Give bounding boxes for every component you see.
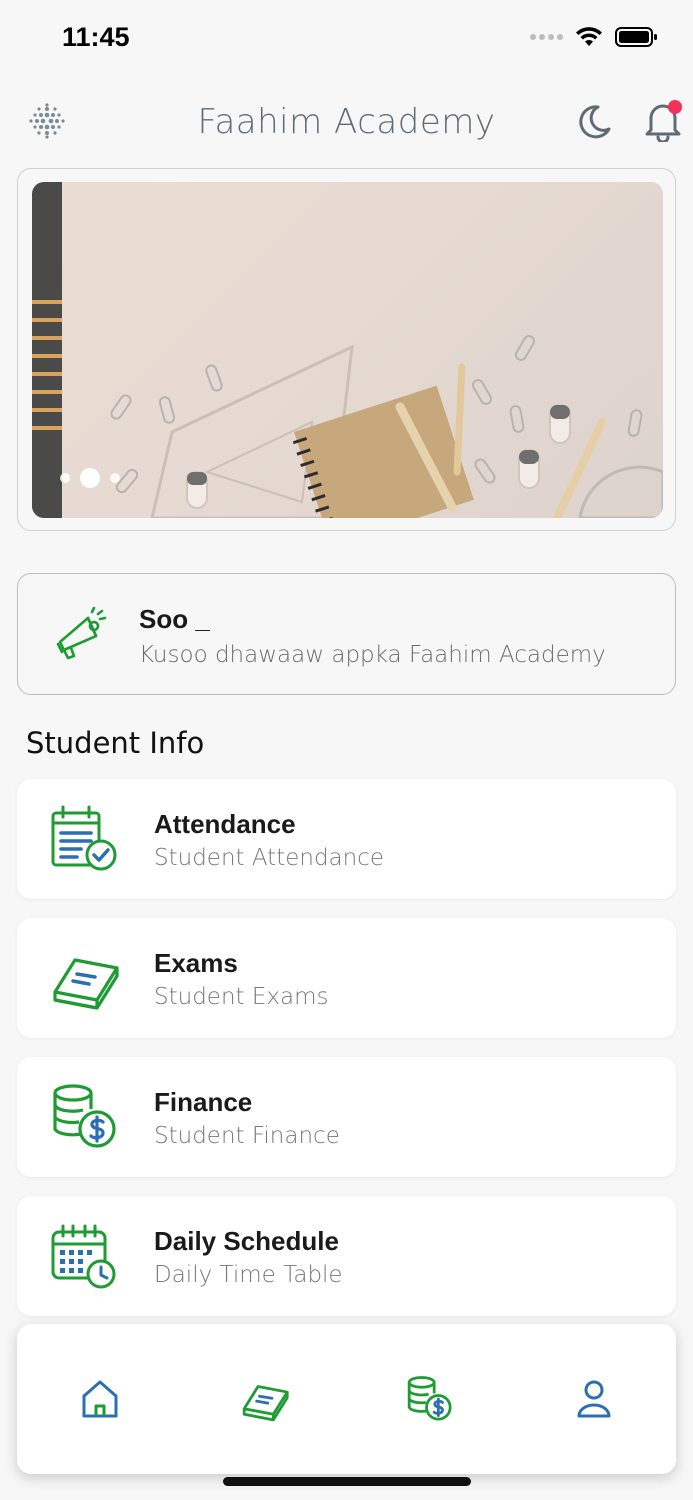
announcement-subtitle: Kusoo dhawaaw appka Faahim Academy [139, 642, 606, 668]
wifi-icon [576, 27, 602, 46]
carousel-indicators[interactable] [60, 468, 120, 488]
section-title: Student Info [26, 726, 205, 760]
app-header: Faahim Academy [0, 88, 693, 154]
dark-mode-toggle[interactable] [574, 102, 614, 142]
status-time: 11:45 [62, 22, 130, 52]
announcement-card[interactable]: Soo _ Kusoo dhawaaw appka Faahim Academy [17, 573, 676, 695]
book-icon [242, 1385, 289, 1422]
coins-dollar-icon [407, 1376, 452, 1421]
daily-schedule-subtitle: Daily Time Table [154, 1262, 343, 1288]
nav-finance[interactable] [405, 1374, 455, 1424]
moon-icon [579, 105, 611, 139]
notifications-button[interactable] [642, 98, 684, 144]
exams-card[interactable]: Exams Student Exams [17, 918, 676, 1038]
attendance-subtitle: Student Attendance [154, 845, 385, 871]
notification-badge [668, 100, 682, 114]
nav-home[interactable] [75, 1374, 125, 1424]
carousel-dot[interactable] [60, 473, 70, 483]
carousel-dot-active[interactable] [80, 468, 100, 488]
home-indicator[interactable] [223, 1477, 471, 1486]
exams-subtitle: Student Exams [154, 984, 329, 1010]
book-icon [53, 958, 119, 1010]
attendance-icon [51, 805, 117, 871]
signal-icon [530, 34, 563, 40]
daily-schedule-card[interactable]: Daily Schedule Daily Time Table [17, 1196, 676, 1316]
banner-image [32, 182, 663, 518]
home-icon [82, 1380, 118, 1418]
megaphone-icon [56, 606, 107, 660]
finance-card[interactable]: Finance Student Finance [17, 1057, 676, 1177]
battery-icon [615, 27, 657, 47]
status-icons [530, 26, 659, 48]
status-bar: 11:45 [0, 0, 693, 78]
finance-subtitle: Student Finance [154, 1123, 340, 1149]
stationery-illustration [32, 182, 663, 518]
bottom-navigation [17, 1324, 676, 1474]
finance-title: Finance [154, 1087, 253, 1117]
banner-carousel[interactable] [17, 168, 676, 531]
announcement-title: Soo _ [139, 604, 210, 634]
exams-title: Exams [154, 948, 238, 978]
attendance-title: Attendance [154, 809, 296, 839]
nav-profile[interactable] [569, 1374, 619, 1424]
attendance-card[interactable]: Attendance Student Attendance [17, 779, 676, 899]
calendar-clock-icon [51, 1224, 116, 1289]
nav-exams[interactable] [240, 1374, 290, 1424]
user-icon [577, 1380, 611, 1418]
carousel-dot[interactable] [110, 473, 120, 483]
daily-schedule-title: Daily Schedule [154, 1226, 339, 1256]
coins-dollar-icon [53, 1084, 116, 1148]
